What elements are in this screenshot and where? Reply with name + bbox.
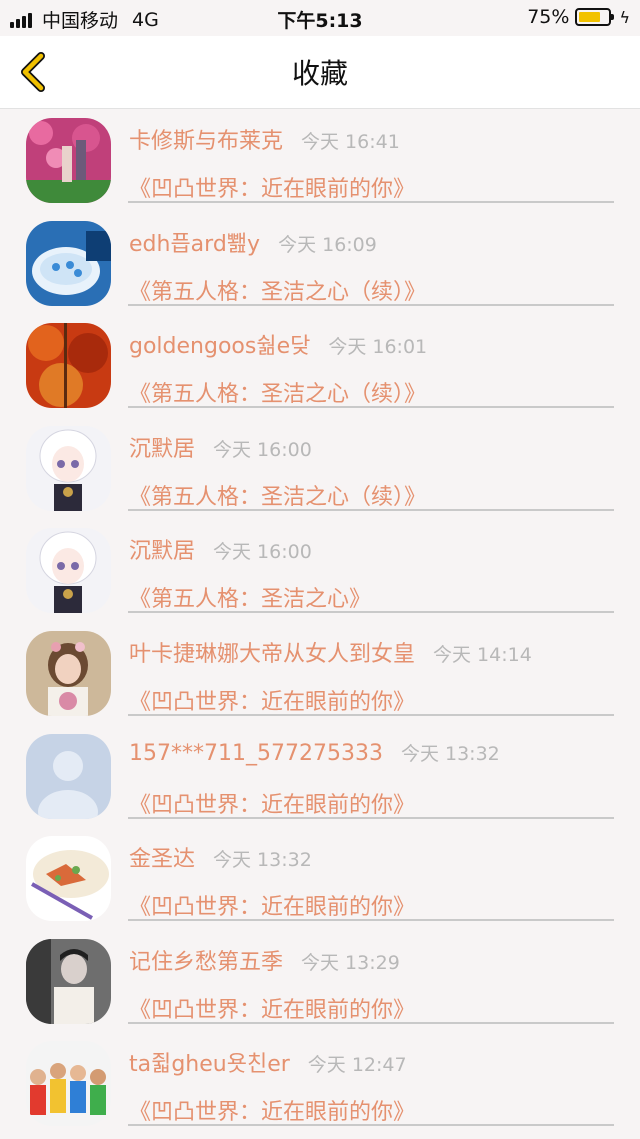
- favorite-item[interactable]: edh픕ard뾆y 今天 16:09 《第五人格：圣洁之心（续）》: [0, 212, 640, 315]
- row-divider: [128, 919, 614, 922]
- navigation-bar: 收藏: [0, 36, 640, 109]
- avatar[interactable]: [26, 220, 111, 306]
- charging-icon: ϟ: [619, 7, 630, 27]
- favorite-item[interactable]: 记住乡愁第五季 今天 13:29 《凹凸世界：近在眼前的你》: [0, 930, 640, 1033]
- author-name-text: 叶卡捷琳娜大帝从女人到女皇: [129, 641, 416, 667]
- avatar[interactable]: [26, 425, 111, 511]
- avatar-image: [26, 528, 111, 614]
- avatar-image: [26, 118, 111, 203]
- author-name-text: edh픕ard뾆y: [129, 231, 261, 257]
- avatar[interactable]: [26, 630, 111, 716]
- author-name[interactable]: 叶卡捷琳娜大帝从女人到女皇 今天 14:14: [129, 636, 532, 668]
- favorites-list: 卡修斯与布莱克 今天 16:41 《凹凸世界：近在眼前的你》 edh픕ard뾆y 今天 …: [0, 109, 640, 1135]
- favorite-title-link[interactable]: 《凹凸世界：近在眼前的你》: [129, 684, 415, 716]
- row-divider: [128, 713, 614, 716]
- avatar-image: [26, 733, 111, 819]
- author-name-text: 卡修斯与布莱克: [129, 129, 284, 154]
- favorite-item[interactable]: 叶卡捷琳娜大帝从女人到女皇 今天 14:14 《凹凸世界：近在眼前的你》: [0, 622, 640, 725]
- favorite-title-link[interactable]: 《第五人格：圣洁之心（续）》: [129, 376, 426, 408]
- favorite-item[interactable]: ta쥛gheu욧친er 今天 12:47 《凹凸世界：近在眼前的你》: [0, 1032, 640, 1135]
- author-name-text: 沉默居: [129, 436, 196, 462]
- avatar-image: [26, 938, 111, 1024]
- favorite-title-link[interactable]: 《凹凸世界：近在眼前的你》: [129, 992, 415, 1024]
- favorite-title-link[interactable]: 《凹凸世界：近在眼前的你》: [129, 787, 415, 819]
- timestamp: 今天 12:47: [307, 1054, 407, 1077]
- status-right: 75% ϟ: [527, 6, 630, 28]
- author-name-text: 沉默居: [129, 539, 196, 565]
- author-name-text: ta쥛gheu욧친er: [129, 1052, 290, 1078]
- timestamp: 今天 13:32: [400, 742, 500, 765]
- author-name[interactable]: 沉默居 今天 16:00: [129, 533, 312, 565]
- avatar-image: [26, 425, 111, 511]
- avatar[interactable]: [26, 733, 111, 819]
- battery-icon: [575, 8, 615, 26]
- battery-percent: 75%: [527, 6, 570, 28]
- avatar[interactable]: [26, 836, 111, 922]
- author-name[interactable]: 沉默居 今天 16:00: [129, 431, 312, 463]
- row-divider: [128, 201, 614, 203]
- row-divider: [128, 508, 614, 511]
- favorite-item[interactable]: 沉默居 今天 16:00 《第五人格：圣洁之心（续）》: [0, 417, 640, 520]
- author-name[interactable]: 157***711_577275333 今天 13:32: [129, 739, 500, 766]
- author-name-text: goldengoos숾e닺: [129, 334, 311, 360]
- row-divider: [128, 816, 614, 819]
- favorite-item[interactable]: 沉默居 今天 16:00 《第五人格：圣洁之心》: [0, 519, 640, 622]
- favorite-item[interactable]: goldengoos숾e닺 今天 16:01 《第五人格：圣洁之心（续）》: [0, 314, 640, 417]
- avatar-image: [26, 1041, 111, 1127]
- row-divider: [128, 611, 614, 614]
- timestamp: 今天 16:01: [328, 336, 428, 359]
- avatar[interactable]: [26, 323, 111, 409]
- timestamp: 今天 16:41: [301, 131, 400, 153]
- favorite-item[interactable]: 卡修斯与布莱克 今天 16:41 《凹凸世界：近在眼前的你》: [0, 109, 640, 212]
- avatar[interactable]: [26, 528, 111, 614]
- avatar[interactable]: [26, 1041, 111, 1127]
- timestamp: 今天 14:14: [433, 643, 532, 666]
- avatar-image: [26, 220, 111, 306]
- favorite-title-link[interactable]: 《凹凸世界：近在眼前的你》: [129, 889, 415, 921]
- author-name[interactable]: edh픕ard뾆y 今天 16:09: [129, 226, 377, 258]
- favorite-item[interactable]: 金圣达 今天 13:32 《凹凸世界：近在眼前的你》: [0, 827, 640, 930]
- author-name[interactable]: goldengoos숾e닺 今天 16:01: [129, 328, 427, 360]
- status-bar: 中国移动 4G 下午5:13 75% ϟ: [0, 0, 640, 36]
- favorite-title-link[interactable]: 《凹凸世界：近在眼前的你》: [129, 171, 415, 203]
- page-title: 收藏: [291, 57, 348, 90]
- author-name[interactable]: 金圣达 今天 13:32: [129, 841, 312, 873]
- avatar-image: [26, 630, 111, 716]
- avatar-image: [26, 323, 111, 409]
- row-divider: [128, 406, 614, 409]
- author-name-text: 金圣达: [129, 847, 196, 873]
- timestamp: 今天 16:09: [278, 233, 377, 256]
- author-name[interactable]: 卡修斯与布莱克 今天 16:41: [129, 123, 400, 155]
- favorite-title-link[interactable]: 《第五人格：圣洁之心（续）》: [129, 274, 426, 306]
- timestamp: 今天 13:29: [301, 951, 400, 974]
- avatar[interactable]: [26, 118, 111, 203]
- favorite-title-link[interactable]: 《第五人格：圣洁之心（续）》: [129, 479, 426, 511]
- favorite-title-link[interactable]: 《凹凸世界：近在眼前的你》: [129, 1094, 415, 1126]
- row-divider: [128, 1124, 614, 1127]
- author-name-text: 157***711_577275333: [129, 740, 383, 766]
- author-name[interactable]: 记住乡愁第五季 今天 13:29: [129, 944, 400, 976]
- row-divider: [128, 303, 614, 306]
- avatar[interactable]: [26, 938, 111, 1024]
- avatar-image: [26, 836, 111, 922]
- favorite-item[interactable]: 157***711_577275333 今天 13:32 《凹凸世界：近在眼前的你》: [0, 725, 640, 828]
- author-name[interactable]: ta쥛gheu욧친er 今天 12:47: [129, 1046, 407, 1078]
- timestamp: 今天 16:00: [213, 438, 312, 461]
- row-divider: [128, 1021, 614, 1024]
- favorite-title-link[interactable]: 《第五人格：圣洁之心》: [129, 581, 371, 613]
- timestamp: 今天 16:00: [213, 541, 312, 564]
- author-name-text: 记住乡愁第五季: [129, 949, 284, 975]
- timestamp: 今天 13:32: [213, 849, 312, 872]
